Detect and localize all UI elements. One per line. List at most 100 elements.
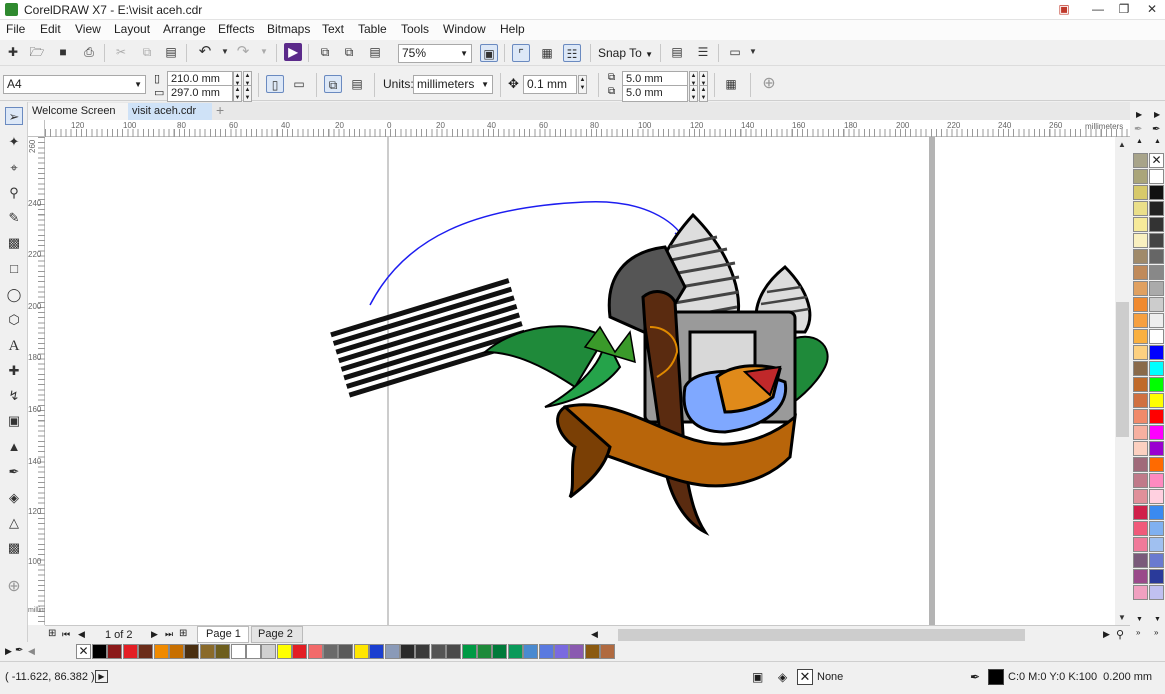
text-tool-icon[interactable]: A (5, 337, 23, 355)
color-swatch[interactable] (1149, 249, 1164, 264)
page-height-spinner[interactable]: ▲ ▼ (233, 85, 242, 102)
undo-dropdown-icon[interactable]: ▼ (216, 43, 234, 61)
color-swatch[interactable] (1133, 409, 1148, 424)
menu-bitmaps[interactable]: Bitmaps (267, 22, 310, 36)
duplicate-y-spinner[interactable]: ▲ ▼ (689, 85, 698, 102)
color-swatch[interactable] (122, 644, 138, 659)
menu-table[interactable]: Table (358, 22, 387, 36)
application-launcher-icon[interactable]: ☰ (694, 43, 712, 61)
quick-customize-icon[interactable]: ⊕ (760, 75, 778, 93)
vertical-scrollbar[interactable]: ▲ ▼ (1115, 137, 1130, 625)
color-swatch[interactable] (446, 644, 462, 659)
color-swatch[interactable] (1149, 393, 1164, 408)
units-select[interactable]: millimeters ▼ (413, 75, 493, 94)
color-swatch[interactable] (1133, 153, 1148, 168)
color-swatch[interactable] (477, 644, 492, 659)
page-tab-2[interactable]: Page 2 (251, 626, 303, 643)
color-swatch[interactable] (507, 644, 523, 659)
interactive-fill-tool-icon[interactable]: ◈ (5, 489, 23, 507)
color-swatch[interactable] (230, 644, 246, 659)
no-color-swatch-right[interactable]: ✕ (1149, 153, 1164, 168)
color-swatch[interactable] (1133, 377, 1148, 392)
color-swatch[interactable] (1133, 553, 1148, 568)
palette-eyedropper-icon[interactable]: ✒ (1134, 124, 1142, 135)
paste-icon[interactable]: ▤ (162, 43, 180, 61)
color-swatch[interactable] (338, 644, 354, 659)
portrait-orientation-icon[interactable]: ▯ (266, 75, 284, 93)
color-swatch[interactable] (1133, 233, 1148, 248)
show-rulers-icon[interactable]: ⌜ (512, 44, 530, 62)
color-swatch[interactable] (1133, 393, 1148, 408)
color-swatch[interactable] (538, 644, 554, 659)
navigator-zoom-icon[interactable]: ⚲ (1116, 628, 1124, 641)
color-swatch[interactable] (1133, 585, 1148, 600)
color-swatch[interactable] (1149, 537, 1164, 552)
nudge-distance-spinner[interactable]: ▲ ▼ (578, 75, 587, 94)
horizontal-ruler[interactable]: 120 100 80 60 40 20 0 20 40 60 80 100 12… (45, 120, 1130, 137)
color-swatch[interactable] (1149, 313, 1164, 328)
launch-dropdown-icon[interactable]: ▼ (744, 43, 762, 61)
palette-scroll-down-icon-2[interactable]: ▼ (1154, 616, 1161, 623)
color-swatch[interactable] (600, 644, 616, 659)
show-guidelines-icon[interactable]: ☷ (563, 44, 581, 62)
ruler-origin[interactable] (28, 120, 45, 137)
import-icon[interactable]: ⧉ (316, 43, 334, 61)
color-swatch[interactable] (1149, 489, 1164, 504)
color-swatch[interactable] (1149, 425, 1164, 440)
color-swatch[interactable] (1149, 233, 1164, 248)
duplicate-y-input[interactable]: 5.0 mm (622, 85, 688, 102)
menu-window[interactable]: Window (443, 22, 486, 36)
rectangle-tool-icon[interactable]: □ (5, 260, 23, 278)
close-button[interactable]: ✕ (1138, 0, 1165, 19)
duplicate-y-spinner-2[interactable]: ▲ ▼ (699, 85, 708, 102)
tab-welcome-screen[interactable]: Welcome Screen (28, 103, 128, 120)
color-swatch[interactable] (415, 644, 431, 659)
menu-arrange[interactable]: Arrange (163, 22, 206, 36)
color-swatch[interactable] (292, 644, 308, 659)
first-page-icon[interactable]: ⏮ (62, 629, 70, 640)
color-swatch[interactable] (1133, 249, 1148, 264)
outline-color-swatch[interactable] (988, 669, 1004, 685)
scroll-up-icon[interactable]: ▲ (1118, 140, 1126, 149)
color-eyedropper-tool-icon[interactable]: ✒ (5, 463, 23, 481)
vertical-ruler[interactable]: 260 240 220 200 180 160 140 120 100 mill… (28, 137, 61, 625)
color-swatch[interactable] (1149, 377, 1164, 392)
color-swatch[interactable] (1149, 281, 1164, 296)
options-icon[interactable]: ▤ (668, 43, 686, 61)
color-swatch[interactable] (107, 644, 123, 659)
zoom-tool-icon[interactable]: ⚲ (5, 184, 23, 202)
copy-icon[interactable]: ⧉ (138, 43, 156, 61)
smart-fill-icon[interactable]: △ (5, 514, 23, 532)
color-swatch[interactable] (1133, 169, 1148, 184)
menu-help[interactable]: Help (500, 22, 525, 36)
color-swatch[interactable] (1133, 457, 1148, 472)
color-swatch[interactable] (384, 644, 400, 659)
all-pages-icon[interactable]: ⧉ (324, 75, 342, 93)
color-swatch[interactable] (1133, 265, 1148, 280)
palette-flyout-icon-2[interactable]: ▶ (1154, 110, 1160, 119)
color-swatch[interactable] (1133, 345, 1148, 360)
zoom-level-select[interactable]: 75% ▼ (398, 44, 472, 63)
menu-view[interactable]: View (75, 22, 101, 36)
color-swatch[interactable] (1133, 473, 1148, 488)
color-swatch[interactable] (554, 644, 569, 659)
color-swatch[interactable] (261, 644, 277, 659)
color-swatch[interactable] (1133, 297, 1148, 312)
menu-layout[interactable]: Layout (114, 22, 150, 36)
scroll-right-icon[interactable]: ▶ (1103, 629, 1110, 640)
color-swatch[interactable] (1133, 313, 1148, 328)
color-swatch[interactable] (276, 644, 292, 659)
palette-expand-icon[interactable]: » (1136, 628, 1140, 637)
color-swatch[interactable] (199, 644, 215, 659)
color-swatch[interactable] (1149, 473, 1164, 488)
color-swatch[interactable] (1133, 361, 1148, 376)
eyedropper-icon[interactable]: ✒ (15, 645, 23, 656)
zoom-to-page-icon[interactable]: ▣ (480, 44, 498, 62)
nudge-distance-input[interactable]: 0.1 mm (523, 75, 577, 94)
show-grid-icon[interactable]: ▦ (538, 44, 556, 62)
color-swatch[interactable] (569, 644, 585, 659)
drop-shadow-tool-icon[interactable]: ▣ (5, 412, 23, 430)
color-swatch[interactable] (1133, 329, 1148, 344)
color-swatch[interactable] (1149, 521, 1164, 536)
color-swatch[interactable] (353, 644, 369, 659)
